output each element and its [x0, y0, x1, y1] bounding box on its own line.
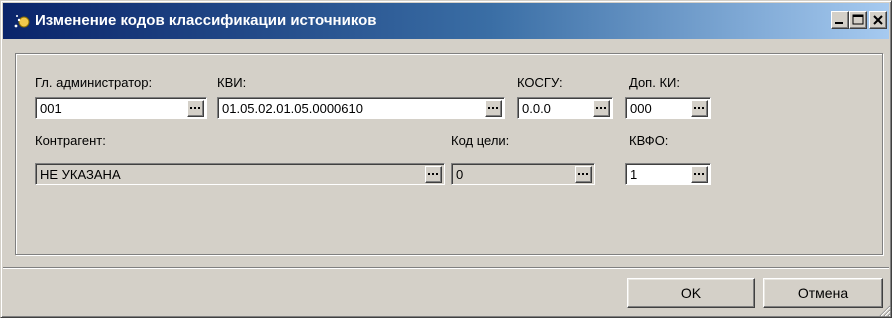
contragent-ellipsis-button[interactable] — [425, 166, 442, 183]
kvi-value: 01.05.02.01.05.0000610 — [222, 101, 363, 116]
kosgu-ellipsis-button[interactable] — [593, 100, 610, 117]
kvi-ellipsis-button[interactable] — [485, 100, 502, 117]
admin-label: Гл. администратор: — [35, 75, 153, 90]
kvfo-field[interactable]: 1 — [625, 163, 711, 185]
resize-grip-icon[interactable] — [877, 303, 891, 317]
cancel-button[interactable]: Отмена — [763, 278, 883, 308]
app-icon — [13, 13, 31, 31]
admin-value: 001 — [40, 101, 62, 116]
admin-ellipsis-button[interactable] — [187, 100, 204, 117]
footer-separator — [3, 267, 889, 269]
dop-ki-field[interactable]: 000 — [625, 97, 711, 119]
kosgu-label: КОСГУ: — [517, 75, 563, 90]
maximize-button[interactable] — [849, 11, 867, 29]
contragent-value: НЕ УКАЗАНА — [40, 167, 121, 182]
kvfo-label: КВФО: — [629, 133, 669, 148]
contragent-field[interactable]: НЕ УКАЗАНА — [35, 163, 445, 185]
ok-button[interactable]: OK — [627, 278, 755, 308]
kod-celi-field[interactable]: 0 — [451, 163, 595, 185]
kvi-field[interactable]: 01.05.02.01.05.0000610 — [217, 97, 505, 119]
dialog-window: Изменение кодов классификации источников… — [0, 0, 892, 318]
kvi-label: КВИ: — [217, 75, 247, 90]
kvfo-ellipsis-button[interactable] — [691, 166, 708, 183]
dop-ki-ellipsis-button[interactable] — [691, 100, 708, 117]
dop-ki-value: 000 — [630, 101, 652, 116]
kvfo-value: 1 — [630, 167, 638, 182]
minimize-button[interactable] — [831, 11, 849, 29]
window-title: Изменение кодов классификации источников — [35, 12, 377, 29]
kosgu-field[interactable]: 0.0.0 — [517, 97, 613, 119]
contragent-label: Контрагент: — [35, 133, 106, 148]
admin-field[interactable]: 001 — [35, 97, 207, 119]
kod-celi-label: Код цели: — [451, 133, 510, 148]
dop-ki-label: Доп. КИ: — [629, 75, 680, 90]
kosgu-value: 0.0.0 — [522, 101, 551, 116]
close-button[interactable] — [869, 11, 887, 29]
kod-celi-value: 0 — [456, 167, 464, 182]
kod-celi-ellipsis-button[interactable] — [575, 166, 592, 183]
title-bar[interactable]: Изменение кодов классификации источников — [3, 3, 889, 39]
